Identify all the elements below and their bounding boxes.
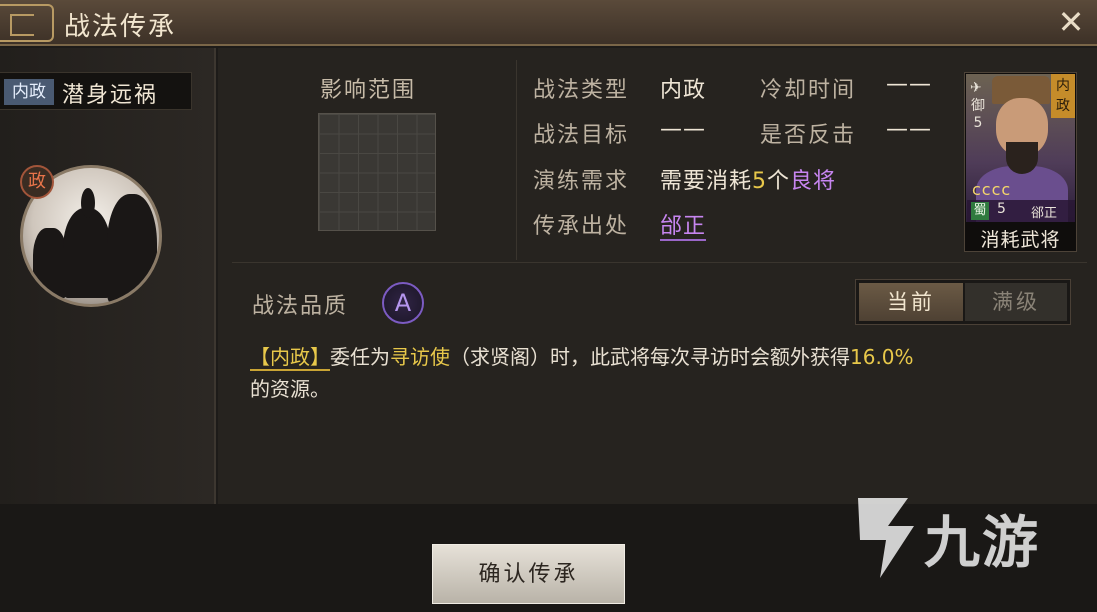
skill-description: 【内政】委任为寻访使（求贤阁）时，此武将每次寻访时会额外获得16.0% 的资源。 bbox=[250, 341, 1070, 405]
general-rank: 御5 bbox=[971, 98, 985, 131]
info-counter-label: 是否反击 bbox=[760, 123, 857, 148]
card-caption: 消耗武将 bbox=[980, 229, 1061, 251]
desc-text: （求贤阁）时，此武将每次寻访时会额外获得 bbox=[450, 345, 850, 369]
info-cooldown-label: 冷却时间 bbox=[760, 78, 857, 103]
rank-icon: ✈ bbox=[970, 80, 982, 96]
desc-role: 寻访使 bbox=[390, 345, 450, 369]
desc-type-tag: 【内政】 bbox=[250, 345, 330, 371]
range-grid bbox=[318, 113, 436, 231]
quality-grade-icon: A bbox=[382, 282, 424, 324]
train-quality: 良将 bbox=[790, 169, 837, 194]
info-target-label: 战法目标 bbox=[533, 123, 630, 148]
range-title: 影响范围 bbox=[320, 78, 417, 103]
info-target-value: —— bbox=[660, 117, 706, 142]
silhouette-figure bbox=[33, 228, 67, 298]
faction-badge: 蜀 bbox=[971, 202, 989, 220]
info-train-value: 需要消耗5个良将 bbox=[660, 163, 836, 195]
info-cooldown-value: —— bbox=[886, 72, 932, 97]
info-train-label: 演练需求 bbox=[533, 169, 630, 194]
info-source-label: 传承出处 bbox=[533, 214, 630, 239]
silhouette-figure bbox=[63, 208, 111, 298]
train-unit: 个 bbox=[767, 169, 791, 194]
zheng-badge-icon: 政 bbox=[20, 165, 54, 199]
silhouette-figure bbox=[81, 188, 95, 218]
level-toggle: 当前 满级 bbox=[855, 279, 1071, 325]
title-bar: 战法传承 ✕ bbox=[0, 0, 1097, 46]
tab-current[interactable]: 当前 bbox=[859, 283, 963, 321]
divider bbox=[516, 60, 517, 260]
page-title: 战法传承 bbox=[64, 12, 177, 42]
confirm-inherit-button[interactable]: 确认传承 bbox=[432, 544, 625, 604]
general-portrait: ✈ 御5 内政 ᴄᴄᴄᴄ 蜀 5 郤正 bbox=[966, 74, 1075, 222]
train-text: 需要消耗 bbox=[660, 169, 753, 194]
general-card[interactable]: ✈ 御5 内政 ᴄᴄᴄᴄ 蜀 5 郤正 消耗武将 bbox=[964, 72, 1077, 252]
silhouette-figure bbox=[107, 194, 157, 304]
portrait-beard bbox=[1006, 142, 1038, 174]
skill-name-bar: 内政 潜身远祸 bbox=[0, 72, 192, 110]
divider bbox=[232, 262, 1087, 263]
skill-name: 潜身远祸 bbox=[62, 83, 159, 108]
card-info-strip: 蜀 5 郤正 bbox=[967, 200, 1075, 222]
general-cost: 5 bbox=[997, 201, 1006, 217]
quality-label: 战法品质 bbox=[252, 294, 349, 319]
source-general-link[interactable]: 邰正 bbox=[660, 214, 707, 241]
title-ornament-icon bbox=[0, 4, 54, 42]
watermark-text: 九游 bbox=[924, 511, 1040, 576]
info-type-value: 内政 bbox=[660, 78, 707, 103]
desc-percent: 16.0% bbox=[850, 345, 914, 369]
skill-type-tag: 内政 bbox=[4, 79, 54, 105]
desc-text: 委任为 bbox=[330, 345, 390, 369]
close-button[interactable]: ✕ bbox=[1053, 4, 1089, 40]
general-name: 郤正 bbox=[1031, 206, 1058, 221]
desc-text: 的资源。 bbox=[250, 377, 330, 401]
general-stars-icon: ᴄᴄᴄᴄ bbox=[972, 180, 1012, 199]
info-counter-value: —— bbox=[886, 117, 932, 142]
info-source-value: 邰正 bbox=[660, 208, 707, 241]
train-count: 5 bbox=[752, 169, 768, 194]
info-type-label: 战法类型 bbox=[533, 78, 630, 103]
tab-max-level[interactable]: 满级 bbox=[965, 283, 1067, 321]
general-type-tag: 内政 bbox=[1051, 74, 1075, 118]
